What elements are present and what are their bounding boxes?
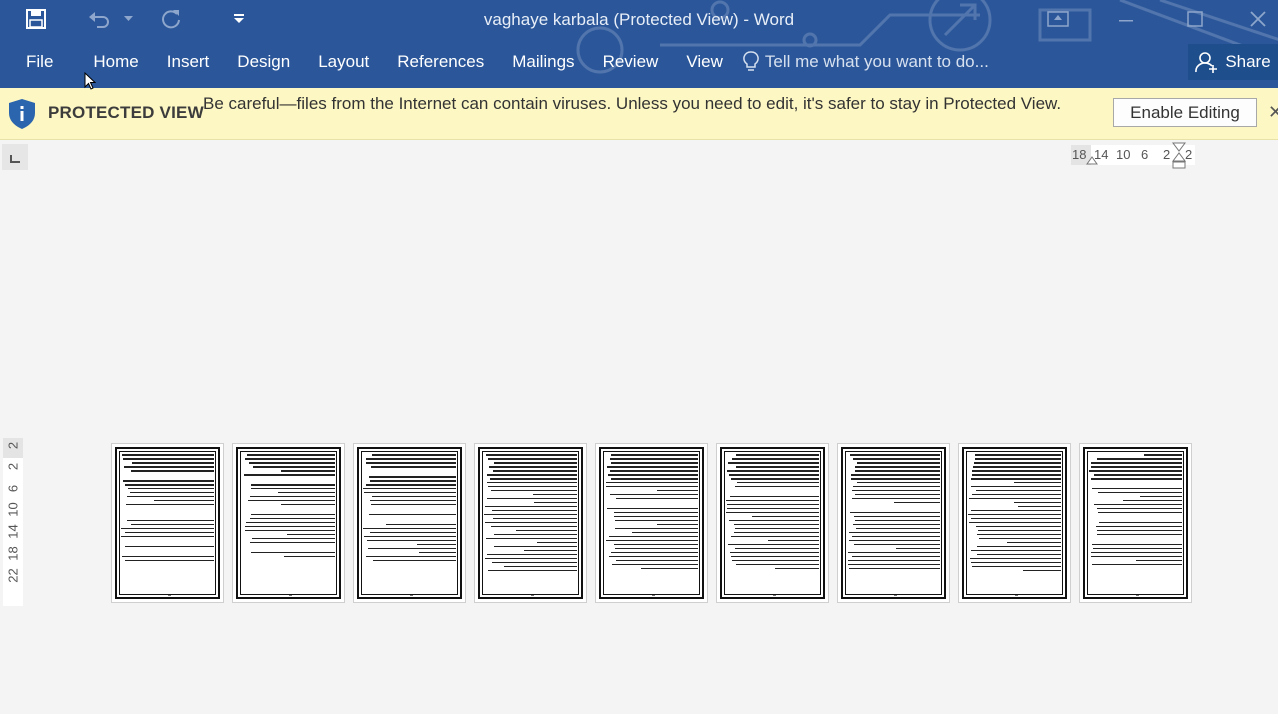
tell-me-search[interactable]: Tell me what you want to do... [743,51,989,73]
ruler-tick: 22 [5,568,21,583]
page-number-mark [772,595,776,596]
ruler-tick: 2 [1185,147,1193,162]
indent-marker-icon[interactable] [1172,142,1186,170]
vertical-ruler[interactable]: 2 2 6 10 14 18 22 [3,438,23,606]
page-text-lines [1089,454,1182,588]
page-thumbnail[interactable] [1079,443,1192,603]
page-text-lines [847,454,940,588]
close-bar-icon[interactable]: ✕ [1268,102,1278,123]
page-number-mark [409,595,413,596]
tab-mailings[interactable]: Mailings [498,44,588,80]
page-thumbnail[interactable] [837,443,950,603]
tab-file[interactable]: File [0,44,79,80]
ruler-tick: 2 [1163,147,1171,162]
close-icon[interactable] [1238,4,1278,34]
ruler-tick: 14 [5,524,21,539]
page-number-mark [893,595,897,596]
protected-view-label: PROTECTED VIEW [48,103,204,122]
ruler-tick: 18 [1072,147,1087,162]
page-thumbnail[interactable] [111,443,224,603]
tell-me-placeholder: Tell me what you want to do... [764,52,989,71]
ruler-tick: 2 [5,441,21,450]
page-thumbnail[interactable] [958,443,1071,603]
ruler-tick: 2 [5,462,21,471]
page-text-lines [242,454,335,588]
page-number-mark [651,595,655,596]
page-thumbnail[interactable] [353,443,466,603]
left-margin-marker-icon[interactable] [1086,155,1098,165]
page-text-lines [363,454,456,588]
protected-view-bar: PROTECTED VIEW Be careful—files from the… [0,88,1278,140]
page-text-lines [605,454,698,588]
page-thumbnails [111,443,1192,603]
ruler-tick: 10 [1116,147,1131,162]
ruler-tick: 10 [5,502,21,517]
maximize-icon[interactable] [1175,4,1215,34]
minimize-icon[interactable] [1106,4,1146,34]
page-number-mark [530,595,534,596]
tab-insert[interactable]: Insert [153,44,224,80]
ruler-tick: 6 [1141,147,1149,162]
horizontal-ruler[interactable]: 18 14 10 6 2 2 [1071,142,1195,169]
lightbulb-icon [743,51,759,71]
tab-references[interactable]: References [383,44,498,80]
page-text-lines [968,454,1061,588]
tab-review[interactable]: Review [589,44,673,80]
tab-view[interactable]: View [672,44,737,80]
tab-design[interactable]: Design [223,44,304,80]
ribbon-display-options-icon[interactable] [1038,4,1078,34]
page-number-mark [288,595,292,596]
page-text-lines [726,454,819,588]
title-bar: vaghaye karbala (Protected View) - Word … [0,0,1278,88]
share-button[interactable]: Share [1188,44,1278,80]
page-text-lines [484,454,577,588]
page-thumbnail[interactable] [474,443,587,603]
page-thumbnail[interactable] [595,443,708,603]
page-text-lines [121,454,214,588]
ribbon-tabs: File Home Insert Design Layout Reference… [0,44,989,80]
shield-icon [9,99,35,129]
page-number-mark [167,595,171,596]
protected-view-message: Be careful—files from the Internet can c… [203,94,1062,113]
ruler-tick: 6 [5,484,21,493]
share-label: Share [1225,52,1271,71]
person-icon [1195,52,1218,73]
page-number-mark [1135,595,1139,596]
page-number-mark [1014,595,1018,596]
tab-selector[interactable] [2,144,28,170]
window-title: vaghaye karbala (Protected View) - Word [483,10,795,29]
tab-layout[interactable]: Layout [304,44,383,80]
page-thumbnail[interactable] [716,443,829,603]
mouse-cursor-icon [84,72,96,90]
enable-editing-button[interactable]: Enable Editing [1113,98,1257,127]
page-thumbnail[interactable] [232,443,345,603]
ruler-tick: 18 [5,546,21,561]
